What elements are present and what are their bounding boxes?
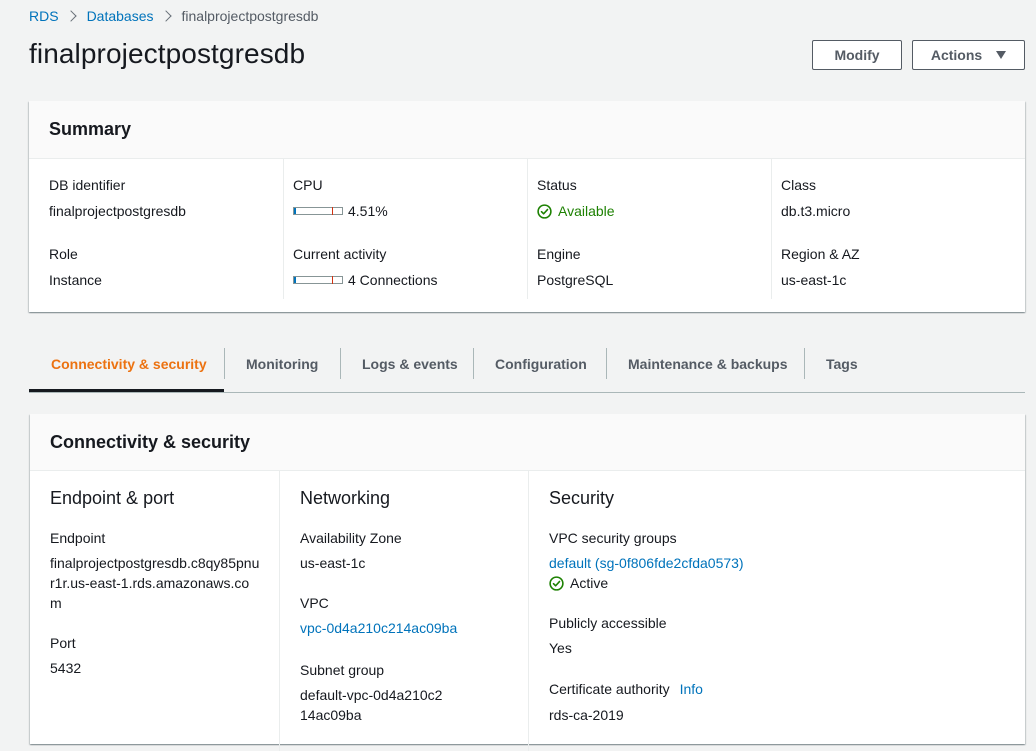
actions-button-label: Actions: [930, 47, 983, 63]
subnet-group-value: default-vpc-0d4a210c214ac09ba: [300, 687, 443, 723]
certificate-authority-label-row: Certificate authority Info: [549, 679, 703, 699]
breadcrumb-rds-link[interactable]: RDS: [29, 8, 59, 24]
networking-section: Networking Availability Zone us-east-1c …: [279, 471, 529, 751]
cpu-meter-threshold: [332, 207, 334, 215]
tab-connectivity-security[interactable]: Connectivity & security: [51, 336, 207, 391]
class-value: db.t3.micro: [781, 203, 851, 219]
endpoint-label: Endpoint: [50, 530, 106, 546]
db-identifier-label: DB identifier: [49, 177, 126, 193]
check-circle-icon: [549, 575, 564, 591]
region-az-value: us-east-1c: [781, 272, 847, 288]
tab-configuration[interactable]: Configuration: [495, 336, 587, 391]
engine-label: Engine: [537, 246, 581, 262]
tab-maintenance-backups[interactable]: Maintenance & backups: [628, 336, 788, 391]
security-section: Security VPC security groups default (sg…: [528, 471, 879, 751]
summary-column-status: Status Available Engine PostgreSQL: [527, 159, 771, 299]
current-activity-label: Current activity: [293, 246, 387, 262]
tab-tags[interactable]: Tags: [826, 336, 858, 391]
connectivity-title: Connectivity & security: [50, 431, 251, 452]
availability-zone-value: us-east-1c: [300, 555, 366, 571]
activity-meter-fill: [294, 277, 296, 283]
cpu-value-text: 4.51%: [348, 203, 388, 219]
publicly-accessible-label: Publicly accessible: [549, 615, 667, 631]
current-activity-value: 4 Connections: [293, 272, 438, 288]
tab-monitoring[interactable]: Monitoring: [246, 336, 318, 391]
caret-down-icon: [996, 51, 1007, 59]
availability-zone-label: Availability Zone: [300, 530, 402, 546]
chevron-right-icon: [59, 10, 87, 22]
modify-button[interactable]: Modify: [812, 40, 902, 70]
region-az-label: Region & AZ: [781, 246, 860, 262]
breadcrumb: RDS Databases finalprojectpostgresdb: [29, 6, 318, 26]
vpc-link[interactable]: vpc-0d4a210c214ac09ba: [300, 618, 457, 638]
summary-header: Summary: [29, 101, 1025, 159]
certificate-authority-value: rds-ca-2019: [549, 707, 624, 723]
class-label: Class: [781, 177, 817, 193]
security-group-link[interactable]: default (sg-0f806fde2cfda0573): [549, 553, 744, 573]
breadcrumb-current: finalprojectpostgresdb: [181, 8, 319, 24]
role-value: Instance: [49, 272, 102, 288]
cpu-label: CPU: [293, 177, 323, 193]
tab-logs-events[interactable]: Logs & events: [362, 336, 458, 391]
tab-divider: [804, 348, 805, 379]
tab-divider: [606, 348, 607, 379]
port-label: Port: [50, 635, 76, 651]
summary-column-cpu: CPU 4.51% Current activity 4 Connections: [283, 159, 527, 299]
check-circle-icon: [537, 203, 552, 219]
modify-button-label: Modify: [834, 47, 880, 63]
activity-meter-threshold: [332, 276, 334, 284]
cpu-meter-fill: [294, 208, 297, 214]
connections-link[interactable]: 4 Connections: [348, 272, 438, 288]
connectivity-header: Connectivity & security: [30, 414, 1025, 471]
security-title: Security: [549, 488, 615, 508]
activity-meter: [293, 276, 343, 284]
summary-title: Summary: [49, 119, 132, 139]
subnet-group-label: Subnet group: [300, 662, 385, 678]
vpc-security-groups-label: VPC security groups: [549, 530, 677, 546]
active-tab-indicator: [29, 389, 224, 392]
summary-grid: DB identifier finalprojectpostgresdb Rol…: [29, 159, 1025, 312]
vpc-label: VPC: [300, 595, 329, 611]
summary-column-identifier: DB identifier finalprojectpostgresdb Rol…: [49, 159, 273, 299]
endpoint-value-text: finalprojectpostgresdb.c8qy85pnur1r.us-e…: [50, 555, 260, 611]
tab-divider: [473, 348, 474, 379]
publicly-accessible-value: Yes: [549, 640, 572, 656]
security-group-status: Active: [549, 573, 608, 593]
certificate-info-link[interactable]: Info: [680, 681, 703, 697]
tab-divider: [340, 348, 341, 379]
chevron-right-icon: [154, 10, 182, 22]
port-value: 5432: [50, 660, 82, 676]
endpoint-value: finalprojectpostgresdb.c8qy85pnur1r.us-e…: [50, 553, 260, 613]
security-group-status-text: Active: [570, 575, 609, 591]
tab-bar: Connectivity & security Monitoring Logs …: [29, 336, 1025, 393]
connectivity-security-panel: Connectivity & security Endpoint & port …: [30, 414, 1025, 751]
actions-dropdown-button[interactable]: Actions: [912, 40, 1025, 70]
status-value-text: Available: [558, 203, 615, 219]
status-label: Status: [537, 177, 577, 193]
page-title: finalprojectpostgresdb: [29, 38, 306, 69]
status-value: Available: [537, 203, 615, 219]
db-identifier-value: finalprojectpostgresdb: [49, 203, 186, 219]
role-label: Role: [49, 246, 78, 262]
breadcrumb-databases-link[interactable]: Databases: [87, 8, 154, 24]
summary-panel: Summary DB identifier finalprojectpostgr…: [29, 101, 1025, 312]
endpoint-port-title: Endpoint & port: [50, 488, 175, 508]
cpu-meter: [293, 207, 343, 215]
cpu-value: 4.51%: [293, 203, 388, 219]
summary-column-class: Class db.t3.micro Region & AZ us-east-1c: [771, 159, 1015, 299]
tab-divider: [224, 348, 225, 379]
engine-value: PostgreSQL: [537, 272, 614, 288]
certificate-authority-label: Certificate authority: [549, 681, 670, 697]
networking-title: Networking: [300, 488, 391, 508]
